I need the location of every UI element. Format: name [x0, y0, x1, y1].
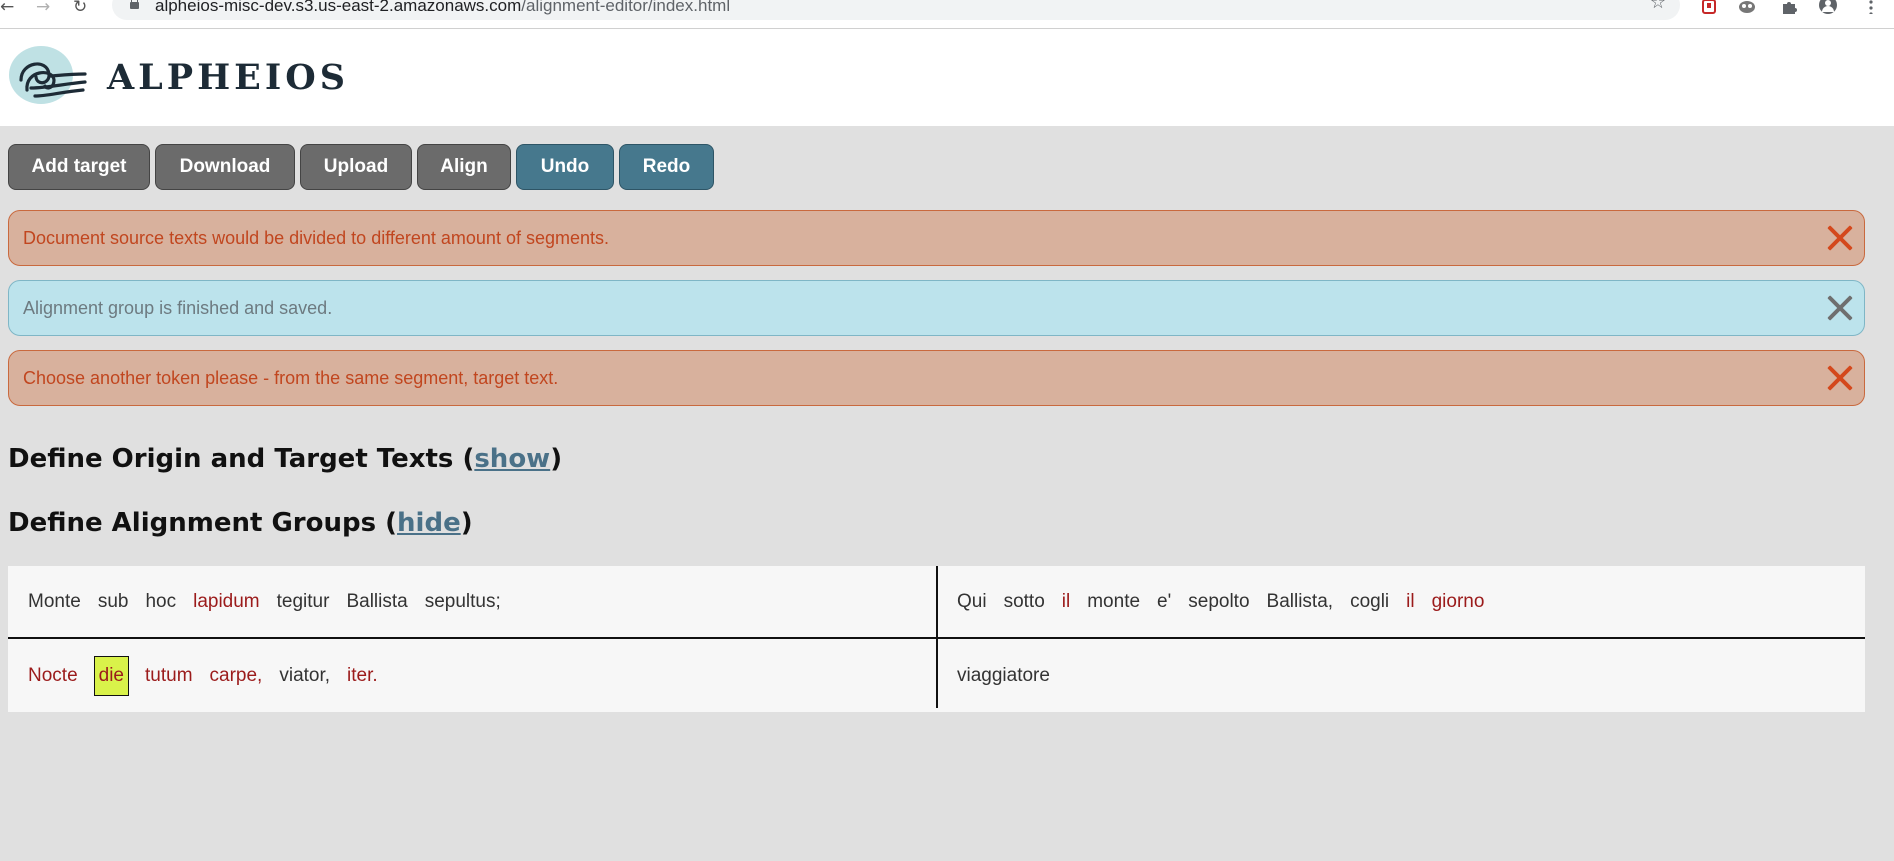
puzzle-icon[interactable]	[1781, 0, 1799, 14]
origin-segment: Monte sub hoc lapidum tegitur Ballista sepultu…	[28, 566, 518, 637]
download-button[interactable]: Download	[155, 144, 295, 190]
bookmark-star-icon[interactable]: ☆	[1650, 0, 1666, 12]
target-token[interactable]: Qui	[957, 589, 987, 615]
show-texts-link[interactable]: show	[474, 444, 550, 474]
alert-message: Alignment group is finished and saved.	[23, 298, 333, 318]
origin-segment: Nocte die tutum carpe, viator, iter.	[28, 639, 395, 712]
hide-groups-link[interactable]: hide	[397, 508, 461, 538]
section-title-texts: Define Origin and Target Texts (show)	[8, 444, 563, 474]
target-token[interactable]: viaggiatore	[957, 663, 1050, 689]
target-token[interactable]: e'	[1157, 589, 1171, 615]
origin-token[interactable]: tegitur	[277, 589, 330, 615]
alert-info: Alignment group is finished and saved.	[8, 280, 1865, 336]
menu-dots-icon[interactable]	[1862, 0, 1880, 14]
origin-token[interactable]: lapidum	[193, 589, 260, 615]
alignment-table: Monte sub hoc lapidum tegitur Ballista sepultu…	[8, 566, 1865, 712]
origin-token[interactable]: sepultus;	[425, 589, 501, 615]
alert-error: Document source texts would be divided t…	[8, 210, 1865, 266]
app-header: ALPHEIOS	[0, 29, 1894, 126]
profile-icon[interactable]	[1819, 0, 1837, 14]
alert-message: Document source texts would be divided t…	[23, 228, 609, 248]
target-token[interactable]: sotto	[1004, 589, 1045, 615]
close-icon[interactable]	[1826, 224, 1854, 252]
origin-token[interactable]: iter.	[347, 663, 378, 689]
origin-token[interactable]: Ballista	[346, 589, 407, 615]
back-icon[interactable]: ←	[0, 0, 14, 16]
origin-token[interactable]: sub	[98, 589, 129, 615]
add-target-button[interactable]: Add target	[8, 144, 150, 190]
origin-token[interactable]: tutum	[145, 663, 193, 689]
logo-wordmark: ALPHEIOS	[107, 57, 349, 98]
target-token[interactable]: il	[1406, 589, 1414, 615]
close-icon[interactable]	[1826, 364, 1854, 392]
origin-token[interactable]: hoc	[145, 589, 176, 615]
alpheios-logo-icon	[9, 46, 87, 104]
origin-token[interactable]: viator,	[279, 663, 330, 689]
target-token[interactable]: monte	[1087, 589, 1140, 615]
undo-button[interactable]: Undo	[516, 144, 614, 190]
main-toolbar: Add target Download Upload Align Undo Re…	[8, 144, 714, 190]
close-icon[interactable]	[1826, 294, 1854, 322]
lock-icon	[130, 0, 139, 9]
origin-token[interactable]: carpe,	[210, 663, 263, 689]
target-token[interactable]: il	[1062, 589, 1070, 615]
origin-token[interactable]: Monte	[28, 589, 81, 615]
extension-owl-icon[interactable]	[1738, 0, 1756, 14]
section-title-groups: Define Alignment Groups (hide)	[8, 508, 473, 538]
column-divider	[936, 566, 938, 708]
align-button[interactable]: Align	[417, 144, 511, 190]
origin-token[interactable]: Nocte	[28, 663, 78, 689]
reload-icon[interactable]: ↻	[73, 0, 87, 16]
redo-button[interactable]: Redo	[619, 144, 714, 190]
browser-toolbar: ← → ↻ alpheios-misc-dev.s3.us-east-2.ama…	[0, 0, 1894, 29]
address-bar[interactable]: alpheios-misc-dev.s3.us-east-2.amazonaws…	[112, 0, 1680, 20]
extension-red-icon[interactable]	[1700, 0, 1718, 14]
target-token[interactable]: Ballista,	[1267, 589, 1334, 615]
alert-error: Choose another token please - from the s…	[8, 350, 1865, 406]
alert-message: Choose another token please - from the s…	[23, 368, 559, 388]
target-token[interactable]: giorno	[1432, 589, 1485, 615]
origin-token[interactable]: die	[93, 655, 130, 696]
upload-button[interactable]: Upload	[300, 144, 412, 190]
target-token[interactable]: cogli	[1350, 589, 1389, 615]
target-token[interactable]: sepolto	[1188, 589, 1249, 615]
target-segment: Qui sotto il monte e' sepolto Ballista, cogli il…	[957, 566, 1501, 637]
target-segment: viaggiatore	[957, 639, 1067, 712]
url-text[interactable]: alpheios-misc-dev.s3.us-east-2.amazonaws…	[155, 0, 730, 14]
forward-icon[interactable]: →	[36, 0, 50, 16]
